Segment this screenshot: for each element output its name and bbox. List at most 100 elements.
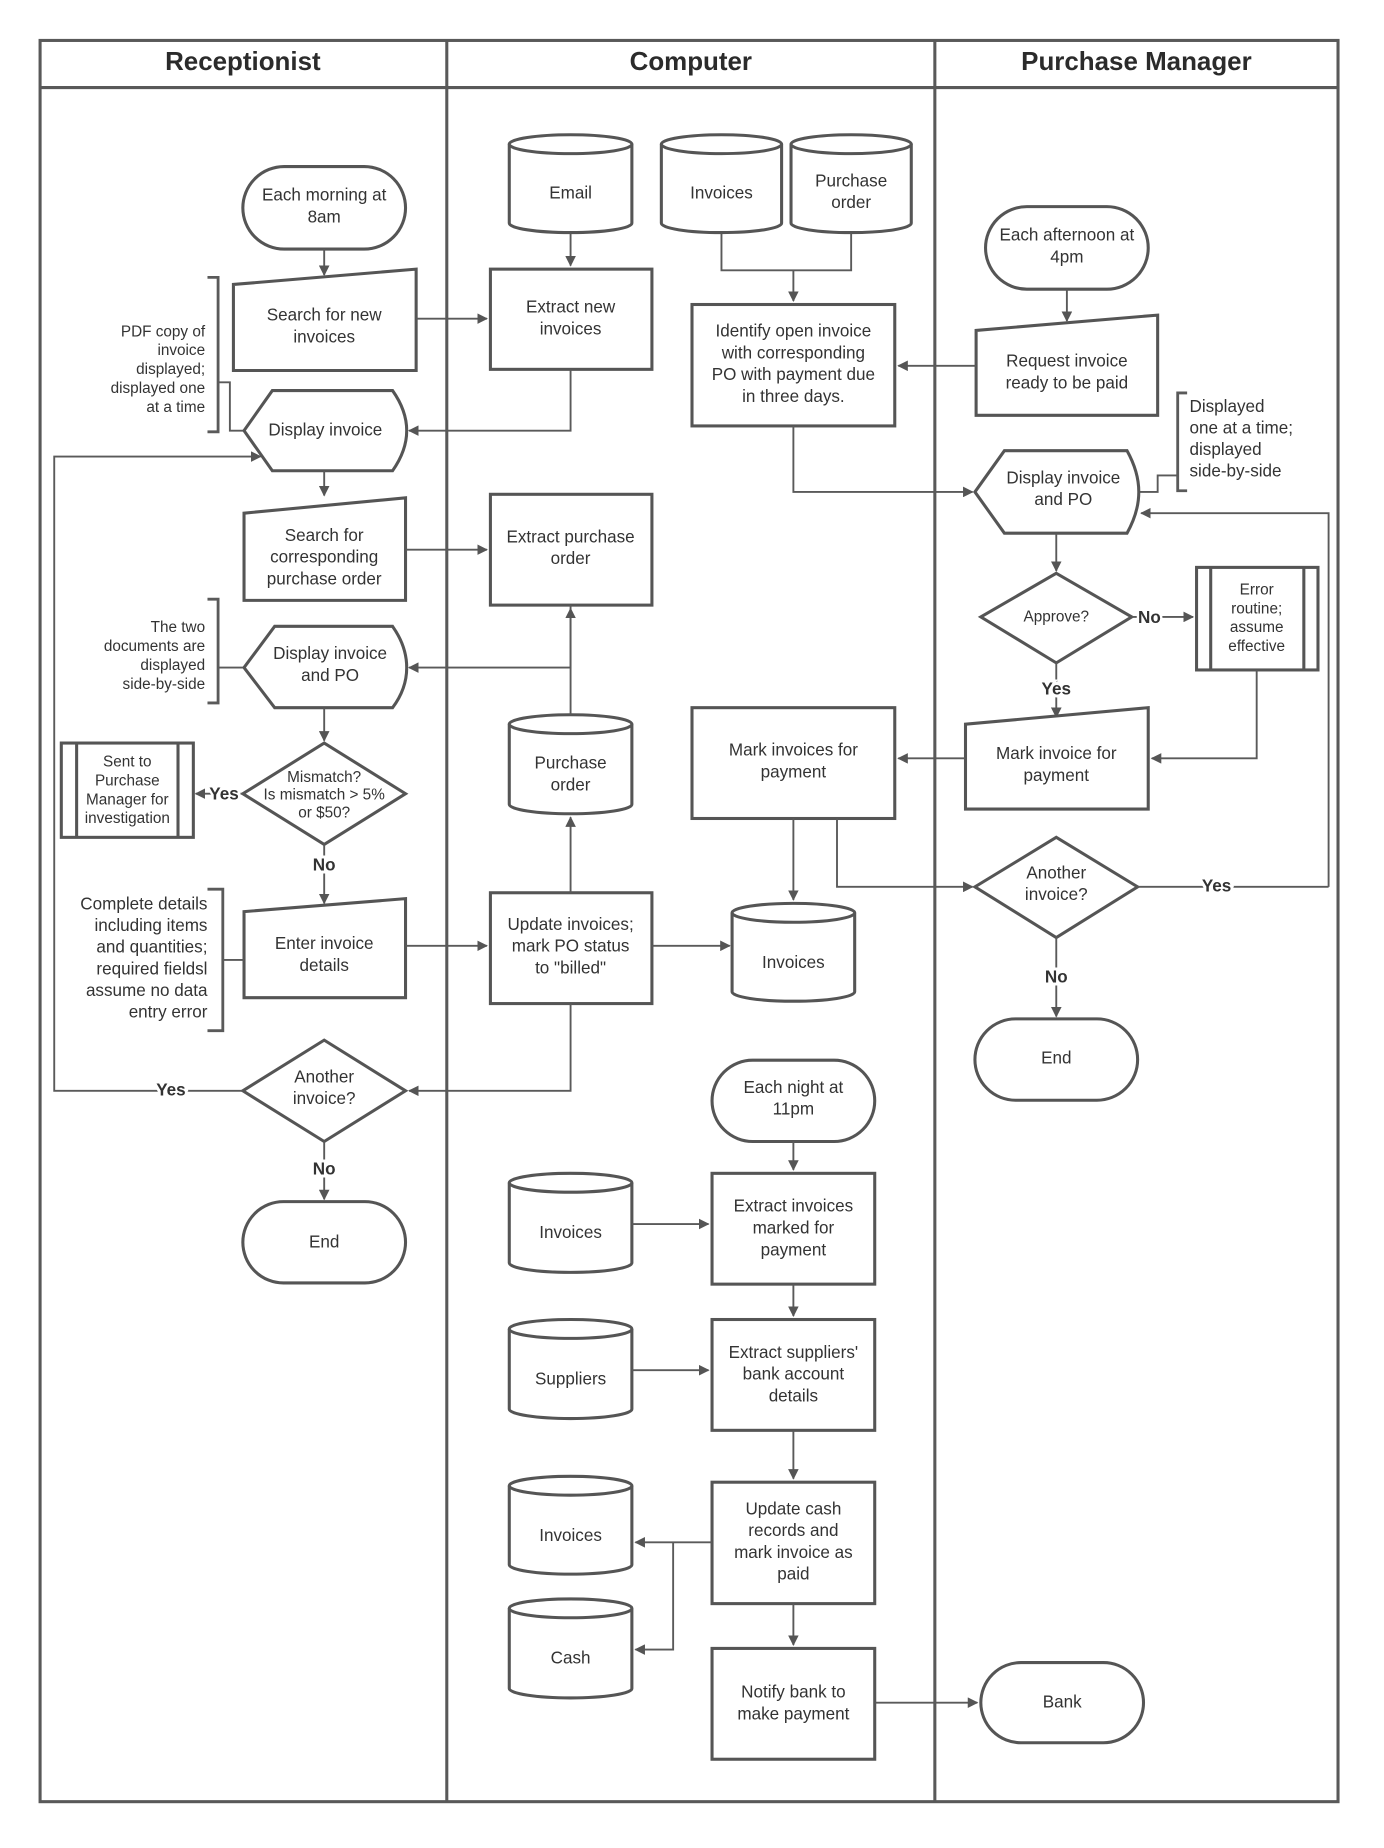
label-line: in three days.	[742, 387, 845, 406]
label-yes-approve: Yes	[1042, 680, 1071, 699]
label-line: assume	[1230, 619, 1284, 636]
label-line: corresponding	[270, 548, 378, 567]
label-line: Is mismatch > 5%	[264, 787, 386, 804]
label-line: End	[309, 1233, 339, 1252]
label-line: side-by-side	[123, 676, 206, 693]
label-invoices-db-top: Invoices	[690, 183, 753, 202]
label-no-another-receptionist: No	[313, 1160, 336, 1179]
label-invoices-db-mid: Invoices	[762, 953, 825, 972]
label-no-approve: No	[1138, 608, 1161, 627]
label-line: entry error	[129, 1002, 208, 1021]
label-bank: Bank	[1043, 1692, 1082, 1711]
label-line: Request invoice	[1006, 352, 1128, 371]
label-line: payment	[761, 763, 827, 782]
label-line: Sent to	[103, 754, 152, 771]
label-line: details	[300, 956, 349, 975]
label-line: invoice?	[293, 1089, 356, 1108]
label-line: and PO	[1034, 490, 1092, 509]
label-line: Extract invoices	[734, 1197, 854, 1216]
annotation-complete-details: Complete details including items and quant…	[80, 895, 208, 1022]
label-line: PO with payment due	[712, 365, 875, 384]
label-line: mark PO status	[512, 937, 630, 956]
label-line: Each afternoon at	[999, 226, 1134, 245]
label-line: make payment	[737, 1704, 849, 1723]
label-line: Invoices	[539, 1526, 602, 1545]
label-yes-mismatch: Yes	[209, 785, 238, 804]
label-cash-db: Cash	[551, 1649, 591, 1668]
label-line: Suppliers	[535, 1369, 606, 1388]
label-line: payment	[761, 1240, 827, 1259]
label-line: Display invoice	[273, 644, 387, 663]
label-line: Complete details	[80, 895, 207, 914]
label-line: Purchase	[534, 754, 606, 773]
label-line: bank account	[743, 1365, 845, 1384]
label-line: Mark invoice for	[996, 744, 1117, 763]
label-line: Invoices	[690, 183, 753, 202]
label-email-db: Email	[549, 183, 592, 202]
label-line: ready to be paid	[1006, 373, 1128, 392]
label-line: purchase order	[267, 569, 382, 588]
label-line: Bank	[1043, 1692, 1082, 1711]
label-no-another-pm: No	[1045, 967, 1068, 986]
label-line: The two	[151, 619, 205, 636]
label-line: Invoices	[762, 953, 825, 972]
label-display-invoice: Display invoice	[268, 420, 382, 439]
label-invoices-db-bottom: Invoices	[539, 1526, 602, 1545]
label-line: documents are	[104, 638, 205, 655]
label-approve: Approve?	[1023, 609, 1089, 626]
annotation-two-documents: The two documents are displayed side-by-sid…	[104, 619, 205, 693]
label-line: side-by-side	[1189, 461, 1281, 480]
label-line: at a time	[146, 399, 205, 416]
label-line: Approve?	[1023, 609, 1089, 626]
label-line: displayed	[1189, 440, 1261, 459]
label-line: Error	[1240, 582, 1274, 599]
label-yes-another-pm: Yes	[1202, 877, 1231, 896]
label-line: order	[551, 549, 591, 568]
label-line: details	[769, 1386, 818, 1405]
label-line: Identify open invoice	[716, 322, 872, 341]
label-line: Each morning at	[262, 185, 387, 204]
lane-title-purchase-manager: Purchase Manager	[1021, 48, 1252, 76]
label-line: End	[1041, 1049, 1071, 1068]
label-line: records and	[748, 1521, 838, 1540]
label-line: invoices	[540, 319, 602, 338]
label-line: 11pm	[773, 1100, 814, 1119]
label-line: Another	[1026, 863, 1086, 882]
label-line: Email	[549, 183, 592, 202]
label-line: order	[551, 775, 591, 794]
label-line: with corresponding	[721, 343, 865, 362]
label-line: Search for new	[267, 306, 383, 325]
label-line: order	[831, 193, 871, 212]
label-line: Update invoices;	[507, 915, 633, 934]
label-line: Displayed	[1189, 397, 1264, 416]
label-line: displayed;	[136, 361, 205, 378]
label-line: and quantities;	[96, 938, 207, 957]
label-line: Cash	[551, 1649, 591, 1668]
label-line: 8am	[308, 207, 341, 226]
label-line: Purchase	[95, 772, 160, 789]
annotation-displayed-one-at-a-time: Displayed one at a time; displayed side-by-…	[1189, 397, 1292, 481]
label-line: Notify bank to	[741, 1683, 845, 1702]
label-line: Extract new	[526, 297, 616, 316]
annotation-pdf-copy: PDF copy of invoice displayed; displayed on…	[111, 323, 206, 415]
label-line: marked for	[753, 1218, 835, 1237]
label-line: displayed	[140, 657, 205, 674]
label-line: Display invoice	[1006, 468, 1120, 487]
label-line: displayed one	[111, 380, 206, 397]
lane-title-receptionist: Receptionist	[165, 48, 321, 76]
label-line: invoices	[293, 328, 355, 347]
label-line: 4pm	[1050, 247, 1083, 266]
label-end-pm: End	[1041, 1049, 1071, 1068]
label-line: Extract suppliers'	[729, 1343, 859, 1362]
label-line: required fieldsl	[96, 959, 207, 978]
label-line: Invoices	[539, 1223, 602, 1242]
label-line: Mismatch?	[287, 769, 361, 786]
label-yes-another-receptionist: Yes	[156, 1081, 185, 1100]
label-line: invoice?	[1025, 885, 1088, 904]
label-line: Display invoice	[268, 420, 382, 439]
label-line: one at a time;	[1189, 418, 1292, 437]
label-line: Extract purchase	[506, 527, 634, 546]
label-line: routine;	[1231, 600, 1282, 617]
label-line: payment	[1024, 766, 1090, 785]
label-line: invoice	[157, 342, 205, 359]
